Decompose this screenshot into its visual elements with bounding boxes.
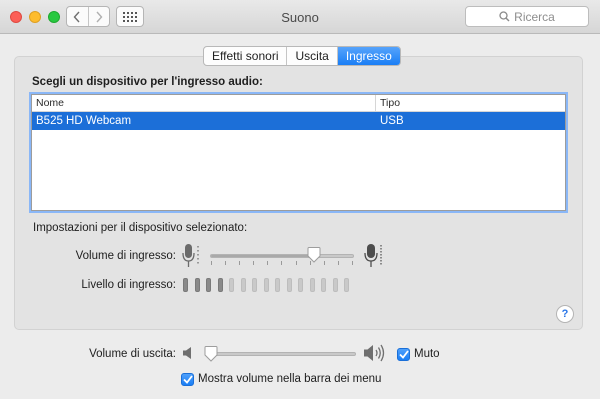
mute-label[interactable]: Muto bbox=[414, 348, 440, 360]
slider-tick bbox=[323, 261, 325, 265]
table-row[interactable]: B525 HD Webcam USB bbox=[32, 112, 565, 130]
column-header-type[interactable]: Tipo bbox=[376, 95, 565, 111]
input-volume-ticks bbox=[211, 261, 353, 265]
tab-uscita[interactable]: Uscita bbox=[286, 47, 336, 65]
level-segment bbox=[309, 278, 315, 292]
slider-tick bbox=[267, 261, 269, 265]
microphone-high-icon bbox=[364, 244, 382, 267]
search-icon bbox=[499, 11, 510, 22]
slider-tick bbox=[225, 261, 227, 265]
show-volume-checkbox[interactable] bbox=[181, 373, 194, 386]
level-segment bbox=[332, 278, 338, 292]
slider-tick bbox=[253, 261, 255, 265]
slider-tick bbox=[239, 261, 241, 265]
input-volume-slider[interactable] bbox=[210, 254, 354, 258]
slider-tick bbox=[351, 261, 353, 265]
level-segment bbox=[263, 278, 269, 292]
speaker-low-icon bbox=[183, 347, 191, 359]
input-volume-knob[interactable] bbox=[307, 247, 321, 263]
device-section-heading: Scegli un dispositivo per l'ingresso aud… bbox=[32, 76, 263, 88]
level-segment bbox=[240, 278, 246, 292]
output-volume-knob[interactable] bbox=[204, 346, 218, 362]
level-segment bbox=[183, 278, 188, 292]
input-level-label: Livello di ingresso: bbox=[81, 279, 176, 291]
title-bar: Suono Ricerca bbox=[0, 0, 600, 34]
slider-tick bbox=[337, 261, 339, 265]
output-volume-label: Volume di uscita: bbox=[89, 348, 176, 360]
column-header-name[interactable]: Nome bbox=[32, 95, 376, 111]
level-segment bbox=[286, 278, 292, 292]
level-segment bbox=[321, 278, 326, 292]
level-segment bbox=[275, 278, 280, 292]
output-volume-slider[interactable] bbox=[206, 352, 356, 356]
level-segment bbox=[206, 278, 211, 292]
speaker-high-icon bbox=[364, 344, 385, 362]
device-table[interactable]: Nome Tipo B525 HD Webcam USB bbox=[31, 94, 566, 211]
input-volume-label: Volume di ingresso: bbox=[75, 250, 176, 262]
checkmark-icon bbox=[182, 375, 193, 384]
level-segment bbox=[217, 278, 223, 292]
level-segment bbox=[252, 278, 257, 292]
tab-bar: Effetti sonori Uscita Ingresso bbox=[203, 46, 401, 66]
microphone-low-icon bbox=[182, 244, 199, 267]
search-placeholder: Ricerca bbox=[514, 9, 555, 24]
help-button[interactable]: ? bbox=[556, 305, 574, 323]
level-segment bbox=[298, 278, 303, 292]
level-segment bbox=[229, 278, 234, 292]
checkmark-icon bbox=[398, 350, 409, 359]
search-field[interactable]: Ricerca bbox=[465, 6, 589, 27]
device-type-cell: USB bbox=[380, 115, 404, 127]
level-segment bbox=[194, 278, 200, 292]
settings-heading: Impostazioni per il dispositivo selezion… bbox=[33, 222, 248, 234]
tab-ingresso[interactable]: Ingresso bbox=[336, 47, 400, 65]
slider-tick bbox=[281, 261, 283, 265]
mute-checkbox[interactable] bbox=[397, 348, 410, 361]
show-volume-label[interactable]: Mostra volume nella barra dei menu bbox=[198, 373, 381, 385]
slider-tick bbox=[295, 261, 297, 265]
tab-effetti-sonori[interactable]: Effetti sonori bbox=[204, 47, 286, 65]
table-header: Nome Tipo bbox=[32, 95, 565, 112]
input-level-meter bbox=[183, 278, 349, 292]
input-volume-fill bbox=[211, 255, 315, 257]
slider-tick bbox=[211, 261, 212, 265]
level-segment bbox=[344, 278, 349, 292]
device-name-cell: B525 HD Webcam bbox=[36, 115, 132, 127]
